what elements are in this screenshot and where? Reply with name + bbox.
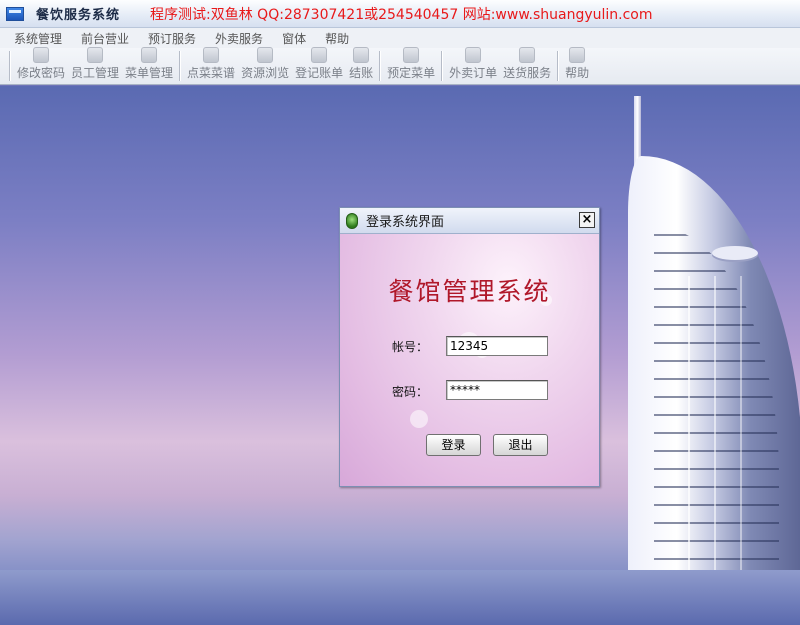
login-dialog-body: 餐馆管理系统 帐号： 密码： 登录 退出 xyxy=(340,234,599,486)
staff-icon xyxy=(87,47,104,63)
password-input[interactable] xyxy=(446,380,548,400)
menu-book-icon xyxy=(141,47,158,63)
exit-button[interactable]: 退出 xyxy=(493,434,548,456)
menu-item[interactable]: 预订服务 xyxy=(140,30,204,47)
menu-item[interactable]: 帮助 xyxy=(317,30,357,47)
toolbar-button[interactable]: 预定菜单 xyxy=(384,47,438,84)
toolbar-button-label: 结账 xyxy=(349,66,374,80)
tower-sail xyxy=(628,156,800,596)
app-heading: 餐馆管理系统 xyxy=(388,277,551,306)
toolbar-button-label: 外卖订单 xyxy=(449,66,498,80)
toolbar-button-label: 菜单管理 xyxy=(125,66,174,80)
toolbar-button-label: 帮助 xyxy=(565,66,590,80)
menu-bar: 系统管理 前台营业 预订服务 外卖服务 窗体 帮助 xyxy=(0,28,800,48)
toolbar-button-label: 修改密码 xyxy=(17,66,66,80)
login-dialog-titlebar[interactable]: 登录系统界面 × xyxy=(340,208,599,234)
key-icon xyxy=(33,47,49,63)
login-button[interactable]: 登录 xyxy=(426,434,481,456)
help-icon xyxy=(569,47,586,63)
toolbar-button[interactable]: 点菜菜谱 xyxy=(184,47,238,84)
toolbar: 修改密码 员工管理 菜单管理 点菜菜谱 资源浏览 登记账单 结账 预定菜单 外卖订单 送货服务 帮助 xyxy=(0,47,800,85)
toolbar-separator xyxy=(9,51,11,81)
toolbar-button-label: 员工管理 xyxy=(71,66,120,80)
checkout-icon xyxy=(353,47,370,63)
takeout-icon xyxy=(465,47,482,63)
toolbar-button-label: 送货服务 xyxy=(503,66,552,80)
toolbar-button[interactable]: 帮助 xyxy=(562,47,592,84)
login-dialog-title: 登录系统界面 xyxy=(366,215,445,230)
toolbar-button-label: 预定菜单 xyxy=(387,66,436,80)
order-dish-icon xyxy=(203,47,220,63)
close-icon[interactable]: × xyxy=(579,212,595,228)
toolbar-button-label: 资源浏览 xyxy=(241,66,290,80)
bill-icon xyxy=(311,47,328,63)
toolbar-button-label: 登记账单 xyxy=(295,66,344,80)
app-title: 餐饮服务系统 xyxy=(36,8,121,23)
sea xyxy=(0,570,800,625)
delivery-icon xyxy=(519,47,536,63)
password-label: 密码： xyxy=(392,385,429,399)
menu-item[interactable]: 外卖服务 xyxy=(207,30,271,47)
toolbar-button[interactable]: 菜单管理 xyxy=(122,47,176,84)
hotel-tower-image xyxy=(612,96,800,596)
toolbar-button[interactable]: 修改密码 xyxy=(14,47,68,84)
title-banner: 程序测试:双鱼林 QQ:287307421或254540457 网站:www.s… xyxy=(150,6,653,23)
toolbar-button[interactable]: 资源浏览 xyxy=(238,47,292,84)
toolbar-button[interactable]: 员工管理 xyxy=(68,47,122,84)
menu-item[interactable]: 系统管理 xyxy=(6,30,70,47)
flower-decoration xyxy=(410,410,428,428)
title-bar: 餐饮服务系统 程序测试:双鱼林 QQ:287307421或254540457 网… xyxy=(0,0,800,28)
toolbar-button[interactable]: 登记账单 xyxy=(292,47,346,84)
toolbar-separator xyxy=(557,51,560,81)
toolbar-separator xyxy=(379,51,382,81)
toolbar-button[interactable]: 结账 xyxy=(346,47,376,84)
toolbar-button-label: 点菜菜谱 xyxy=(187,66,236,80)
browse-icon xyxy=(257,47,274,63)
account-input[interactable] xyxy=(446,336,548,356)
toolbar-button[interactable]: 送货服务 xyxy=(500,47,554,84)
tower-helipad xyxy=(712,246,758,260)
account-label: 帐号： xyxy=(392,340,429,354)
toolbar-separator xyxy=(441,51,444,81)
menu-item[interactable]: 前台营业 xyxy=(73,30,137,47)
login-dialog: 登录系统界面 × 餐馆管理系统 帐号： 密码： 登录 退出 xyxy=(339,207,600,487)
traffic-light-icon xyxy=(346,212,358,229)
menu-item[interactable]: 窗体 xyxy=(274,30,314,47)
app-window-icon xyxy=(6,6,24,21)
reserve-icon xyxy=(403,47,420,63)
toolbar-button[interactable]: 外卖订单 xyxy=(446,47,500,84)
toolbar-separator xyxy=(179,51,182,81)
